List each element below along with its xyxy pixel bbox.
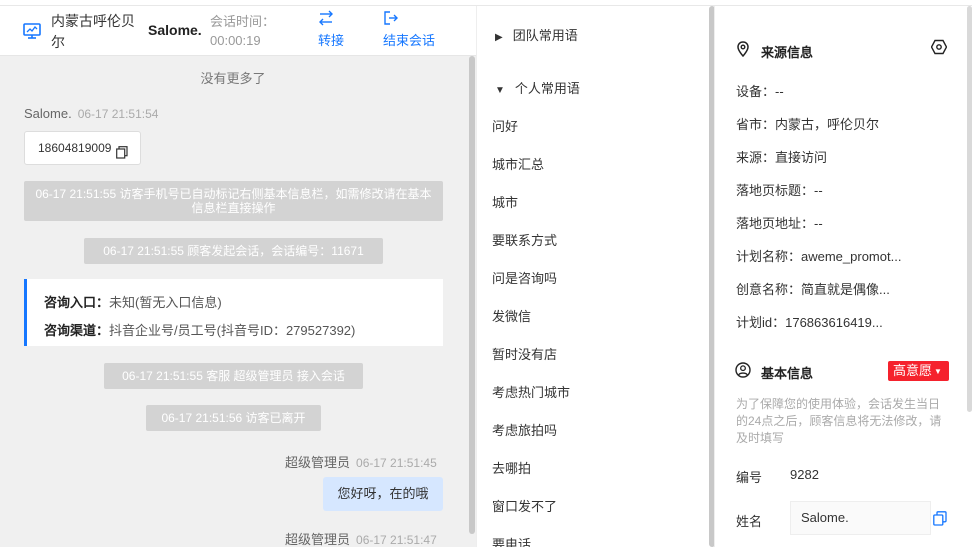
- source-channel: 来源：直接访问: [736, 150, 828, 165]
- source-info-title: 来源信息: [761, 45, 814, 60]
- transfer-icon: [319, 10, 333, 26]
- visitor-message-time: 06-17 21:51:54: [77, 107, 159, 121]
- hexagon-settings-icon[interactable]: [931, 39, 947, 55]
- creative-name: 创意名称：简直就是偶像...: [736, 282, 890, 297]
- end-session-label: 结束会话: [383, 33, 436, 48]
- personal-phrases-label: 个人常用语: [514, 81, 580, 96]
- consult-entry-label: 咨询入口：: [44, 295, 110, 310]
- team-phrases-label: 团队常用语: [512, 28, 578, 43]
- phrase-item[interactable]: 去哪拍: [492, 458, 531, 477]
- phrase-item[interactable]: 考虑热门城市: [492, 382, 570, 401]
- agent-message-text: 您好呀，在的哦: [337, 486, 429, 501]
- end-session-button[interactable]: 结束会话: [383, 10, 435, 49]
- phrase-item[interactable]: 暂时没有店: [492, 344, 557, 363]
- caret-down-icon: ▼: [934, 367, 942, 376]
- basic-info-header: 基本信息: [735, 362, 814, 382]
- plan-id: 计划id：176863616419...: [736, 315, 883, 330]
- source-province: 省市：内蒙古，呼伦贝尔: [736, 117, 880, 132]
- phrase-item[interactable]: 问好: [492, 116, 518, 135]
- system-message-agent-join: 06-17 21:51:55 客服 超级管理员 接入会话: [104, 363, 363, 389]
- system-message-session-start: 06-17 21:51:55 顾客发起会话，会话编号：11671: [84, 238, 383, 264]
- intent-tag-dropdown[interactable]: 高意愿 ▼: [888, 361, 949, 381]
- landing-page-title: 落地页标题：--: [736, 183, 823, 198]
- visitor-message-meta: Salome. 06-17 21:51:54: [24, 106, 158, 121]
- agent-message-meta: 超级管理员 06-17 21:51:47: [285, 529, 437, 547]
- quick-phrases-panel: ▶ 团队常用语 ▼ 个人常用语 问好 城市汇总 城市 要联系方式 问是咨询吗 发微信…: [476, 6, 714, 547]
- agent-message-time: 06-17 21:51:47: [356, 533, 437, 547]
- location-pin-icon: [737, 41, 749, 57]
- visitor-name: Salome.: [148, 22, 202, 38]
- name-label: 姓名: [736, 514, 763, 529]
- basic-info-title: 基本信息: [761, 366, 814, 381]
- phrase-item[interactable]: 窗口发不了: [492, 496, 557, 515]
- session-time-label: 会话时间：: [210, 14, 276, 29]
- user-circle-icon: [735, 362, 751, 378]
- name-field[interactable]: Salome.: [790, 501, 931, 535]
- visitor-sender: Salome.: [24, 106, 72, 121]
- team-phrases-group[interactable]: ▶ 团队常用语: [495, 25, 578, 44]
- no-more-messages: 没有更多了: [200, 71, 266, 86]
- copy-icon[interactable]: [933, 511, 947, 526]
- phrase-item[interactable]: 城市汇总: [492, 154, 544, 173]
- transfer-label: 转接: [318, 33, 345, 48]
- intent-tag-label: 高意愿: [893, 363, 933, 378]
- chat-panel: 内蒙古呼伦贝尔 Salome. 会话时间： 00:00:19 转接 结束会话 没…: [0, 6, 476, 547]
- consult-channel-row: 咨询渠道：抖音企业号/员工号(抖音号ID：279527392): [44, 317, 443, 345]
- consult-entry-row: 咨询入口：未知(暂无入口信息): [44, 289, 443, 317]
- agent-sender: 超级管理员: [285, 455, 351, 470]
- visitor-message-text: 18604819009: [38, 141, 112, 155]
- monitor-icon: [23, 23, 41, 39]
- agent-sender: 超级管理员: [285, 532, 351, 547]
- agent-message-bubble: 您好呀，在的哦: [323, 477, 443, 511]
- landing-page-url: 落地页地址：--: [736, 216, 823, 231]
- phrase-item[interactable]: 考虑旅拍吗: [492, 420, 557, 439]
- exit-icon: [384, 11, 398, 25]
- caret-down-icon: ▼: [495, 85, 505, 96]
- transfer-button[interactable]: 转接: [318, 10, 344, 49]
- id-value: 9282: [790, 467, 819, 482]
- consult-entry-value: 未知(暂无入口信息): [109, 295, 222, 310]
- id-label: 编号: [736, 470, 763, 485]
- agent-message-time: 06-17 21:51:45: [356, 456, 437, 470]
- session-time-value: 00:00:19: [210, 33, 261, 48]
- consult-info-card: 咨询入口：未知(暂无入口信息) 咨询渠道：抖音企业号/员工号(抖音号ID：279…: [24, 279, 443, 346]
- caret-right-icon: ▶: [495, 32, 503, 43]
- customer-service-console: 内蒙古呼伦贝尔 Salome. 会话时间： 00:00:19 转接 结束会话 没…: [0, 0, 972, 547]
- source-info-header: 来源信息: [735, 41, 814, 61]
- agent-message-meta: 超级管理员 06-17 21:51:45: [285, 452, 437, 471]
- phrase-item[interactable]: 城市: [492, 192, 518, 211]
- edit-notice: 为了保障您的使用体验，会话发生当日的24点之后，顾客信息将无法修改，请及时填写: [736, 397, 942, 445]
- customer-info-panel: 来源信息 设备：-- 省市：内蒙古，呼伦贝尔 来源：直接访问 落地页标题：-- …: [714, 6, 972, 547]
- system-message-visitor-left: 06-17 21:51:56 访客已离开: [146, 405, 321, 431]
- phrase-item[interactable]: 要联系方式: [492, 230, 557, 249]
- visitor-location: 内蒙古呼伦贝尔: [51, 13, 135, 50]
- copy-icon[interactable]: [116, 146, 128, 159]
- phrase-item[interactable]: 问是咨询吗: [492, 268, 557, 287]
- personal-phrases-group[interactable]: ▼ 个人常用语: [495, 78, 580, 97]
- consult-channel-label: 咨询渠道：: [44, 323, 110, 338]
- chat-header: 内蒙古呼伦贝尔 Salome. 会话时间： 00:00:19 转接 结束会话: [0, 6, 476, 56]
- system-message-phone-tag: 06-17 21:51:55 访客手机号已自动标记右侧基本信息栏，如需修改请在基…: [24, 181, 443, 221]
- phrase-item[interactable]: 发微信: [492, 306, 531, 325]
- phrase-item[interactable]: 要电话: [492, 534, 531, 547]
- chat-scrollbar[interactable]: [469, 56, 475, 534]
- plan-name: 计划名称：aweme_promot...: [736, 249, 902, 264]
- consult-channel-value: 抖音企业号/员工号(抖音号ID：279527392): [109, 323, 356, 338]
- source-device: 设备：--: [736, 84, 784, 99]
- info-scrollbar[interactable]: [967, 6, 972, 412]
